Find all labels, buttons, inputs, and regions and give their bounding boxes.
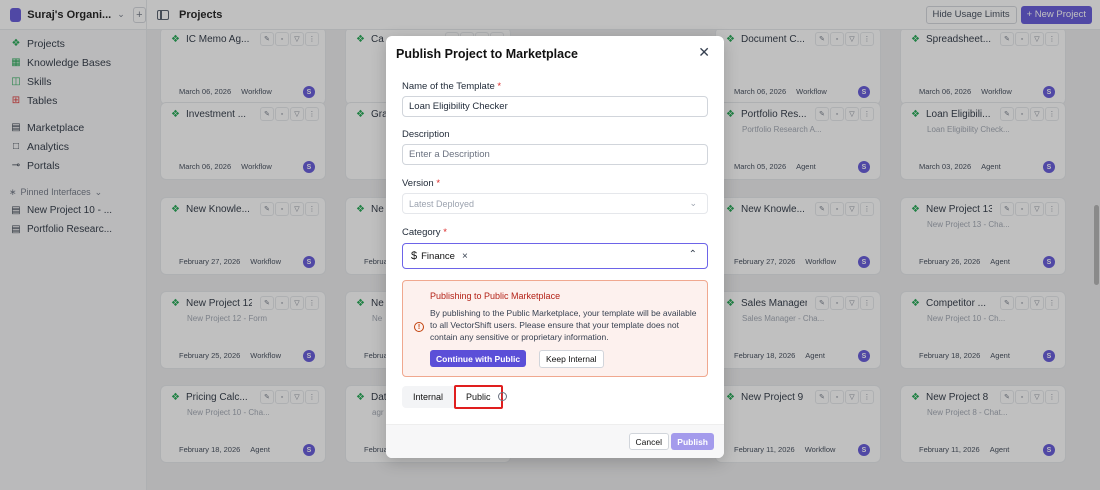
modal-footer: Cancel Publish xyxy=(386,424,724,458)
publish-modal: Publish Project to Marketplace ✕ Name of… xyxy=(386,36,724,458)
version-label: Version * xyxy=(402,178,441,189)
version-select[interactable]: Latest Deployed ⌄ xyxy=(402,193,708,214)
cancel-button[interactable]: Cancel xyxy=(628,433,669,450)
category-select[interactable]: $ Finance × ⌃ xyxy=(402,243,708,269)
info-icon: ! xyxy=(414,322,424,332)
close-icon[interactable]: ✕ xyxy=(698,44,710,61)
description-label: Description xyxy=(402,129,450,140)
visibility-internal-option[interactable]: Internal xyxy=(402,386,454,408)
chevron-up-icon[interactable]: ⌃ xyxy=(689,249,697,260)
continue-with-public-button[interactable]: Continue with Public xyxy=(430,350,527,367)
version-value: Latest Deployed xyxy=(409,198,475,209)
visibility-public-option[interactable]: Public xyxy=(454,385,503,409)
info-icon[interactable]: i xyxy=(498,392,507,401)
scrollbar-thumb[interactable] xyxy=(1094,205,1099,285)
category-label: Category * xyxy=(402,227,447,238)
modal-title: Publish Project to Marketplace xyxy=(396,47,578,61)
dollar-icon: $ xyxy=(411,250,418,262)
publish-button[interactable]: Publish xyxy=(671,433,714,450)
template-name-input[interactable]: Loan Eligibility Checker xyxy=(402,96,708,117)
description-input[interactable]: Enter a Description xyxy=(402,144,708,165)
chevron-down-icon: ⌄ xyxy=(689,198,697,208)
keep-internal-button[interactable]: Keep Internal xyxy=(539,350,604,368)
visibility-toggle: Internal Public xyxy=(402,385,503,409)
warning-text: By publishing to the Public Marketplace,… xyxy=(430,308,697,342)
template-name-label: Name of the Template * xyxy=(402,81,502,92)
remove-category-icon[interactable]: × xyxy=(462,251,468,262)
warning-title: Publishing to Public Marketplace xyxy=(430,291,561,301)
public-warning-panel: ! Publishing to Public Marketplace By pu… xyxy=(402,280,708,377)
category-chip: Finance xyxy=(421,250,455,262)
